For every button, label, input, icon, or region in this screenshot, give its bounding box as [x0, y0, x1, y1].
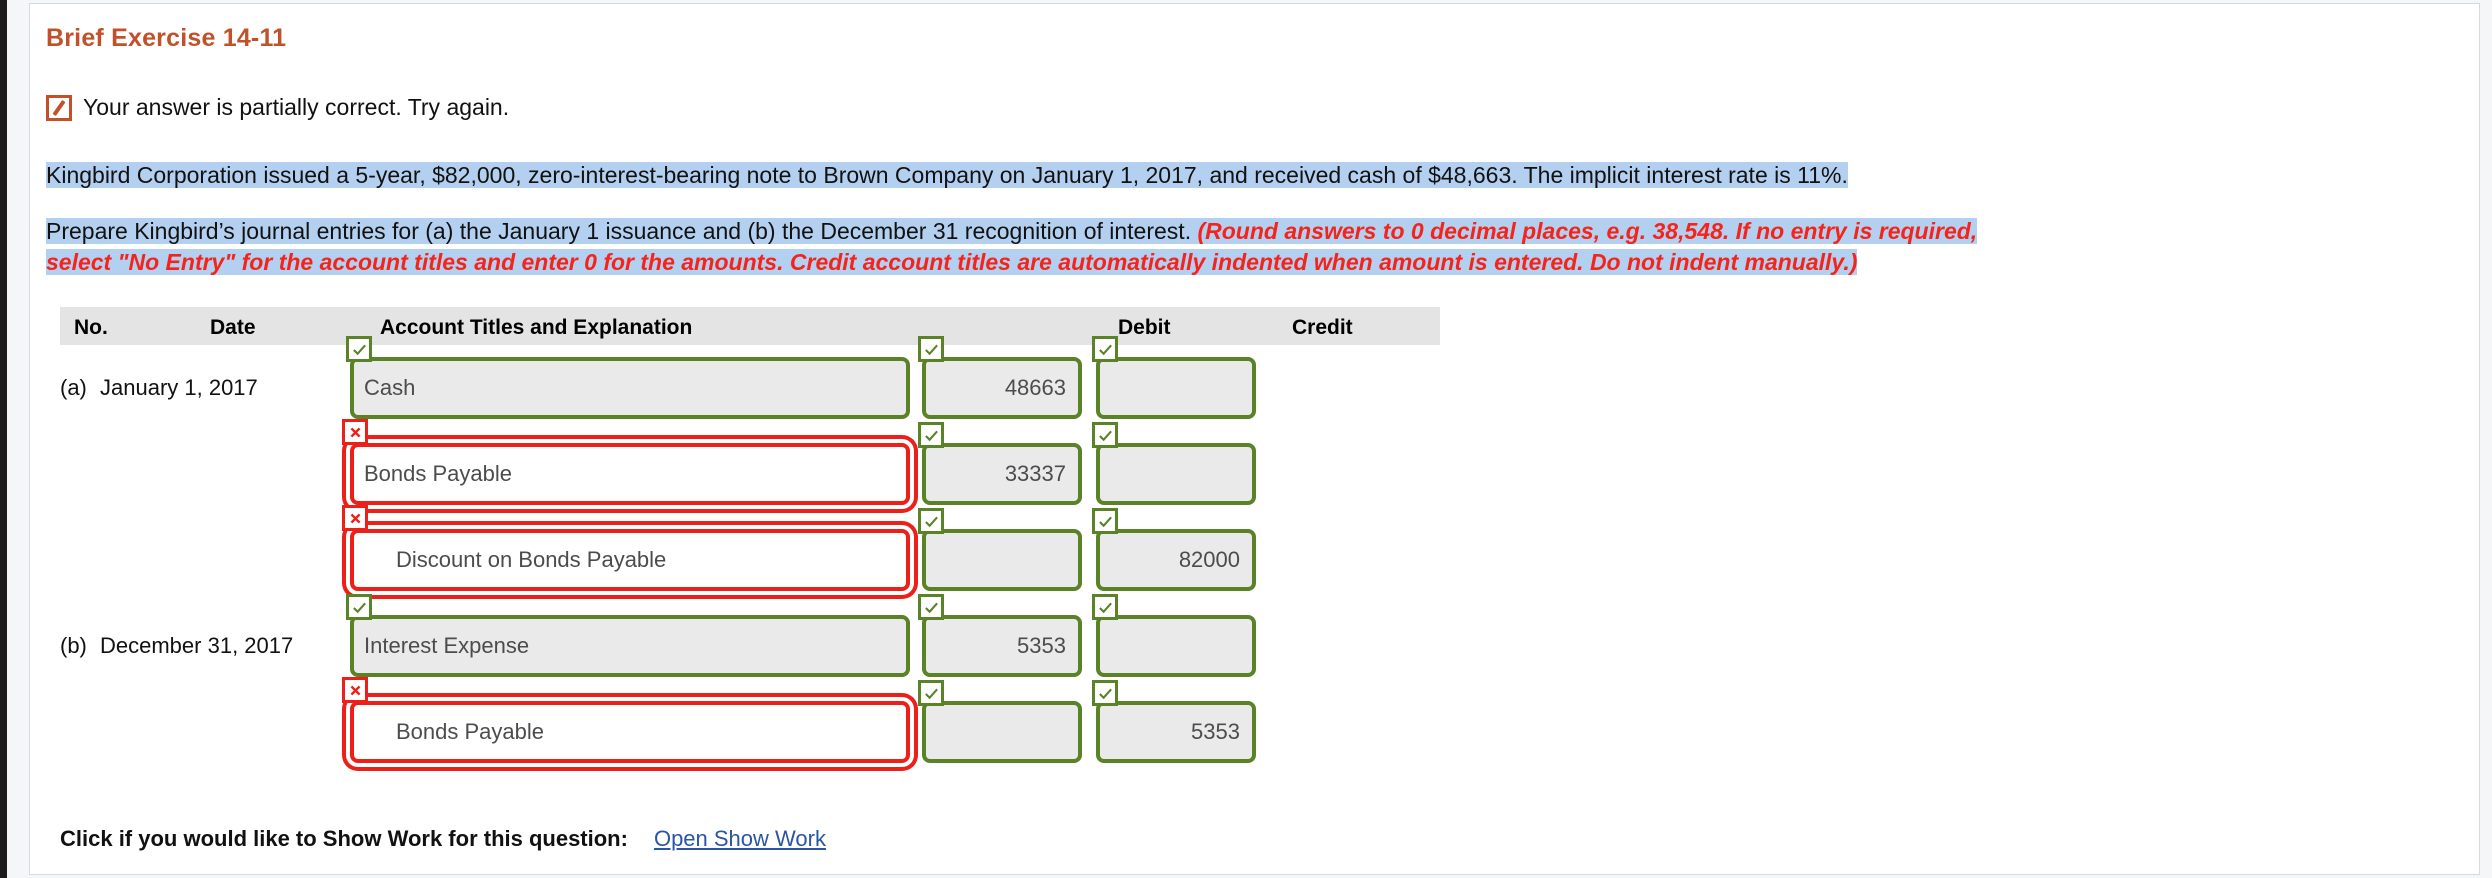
statement-gap	[46, 191, 2446, 216]
statement-paragraph-2-cont: select "No Entry" for the account titles…	[46, 247, 2446, 278]
check-icon	[1092, 336, 1118, 362]
column-header-credit: Credit	[1292, 316, 1353, 339]
column-header-account: Account Titles and Explanation	[380, 316, 693, 339]
exercise-panel: Brief Exercise 14-11 Your answer is part…	[29, 3, 2480, 875]
column-header-date: Date	[210, 316, 256, 339]
account-title-input[interactable]: Bonds Payable	[350, 701, 910, 763]
check-icon	[918, 422, 944, 448]
account-title-input[interactable]: Discount on Bonds Payable	[350, 529, 910, 591]
debit-amount-input[interactable]: 33337	[922, 443, 1082, 505]
account-title-input[interactable]: Interest Expense	[350, 615, 910, 677]
check-icon	[918, 508, 944, 534]
partial-correct-icon	[46, 94, 72, 121]
credit-amount-cell	[1092, 336, 1256, 419]
debit-amount-input[interactable]: 48663	[922, 357, 1082, 419]
account-title-cell: Interest Expense	[346, 594, 910, 677]
debit-amount-input[interactable]	[922, 529, 1082, 591]
account-title-cell: Cash	[346, 336, 910, 419]
table-row: (a) January 1, 2017 Cash 48663	[60, 336, 1440, 431]
credit-amount-input[interactable]	[1096, 357, 1256, 419]
debit-amount-cell: 33337	[918, 422, 1082, 505]
credit-amount-input[interactable]: 82000	[1096, 529, 1256, 591]
column-header-debit: Debit	[1118, 316, 1171, 339]
check-icon	[346, 594, 372, 620]
window-left-edge	[0, 0, 7, 878]
check-icon	[1092, 594, 1118, 620]
open-show-work-link[interactable]: Open Show Work	[654, 826, 826, 851]
debit-amount-cell: 5353	[918, 594, 1082, 677]
problem-statement: Kingbird Corporation issued a 5-year, $8…	[46, 159, 2446, 278]
cross-icon	[342, 505, 368, 531]
row-date: December 31, 2017	[100, 633, 294, 658]
credit-amount-cell	[1092, 422, 1256, 505]
check-icon	[346, 336, 372, 362]
status-row: Your answer is partially correct. Try ag…	[46, 94, 509, 121]
row-date: January 1, 2017	[100, 375, 258, 400]
statement-paragraph-1-text: Kingbird Corporation issued a 5-year, $8…	[46, 162, 1848, 188]
credit-amount-input[interactable]: 5353	[1096, 701, 1256, 763]
row-number: (a)	[60, 375, 87, 400]
credit-amount-input[interactable]	[1096, 615, 1256, 677]
table-row: Bonds Payable 33337	[60, 419, 1440, 517]
credit-amount-input[interactable]	[1096, 443, 1256, 505]
check-icon	[918, 680, 944, 706]
check-icon	[1092, 422, 1118, 448]
cross-icon	[342, 419, 368, 445]
check-icon	[918, 594, 944, 620]
table-row: (b) December 31, 2017 Interest Expense 5353	[60, 594, 1440, 689]
status-message: Your answer is partially correct. Try ag…	[83, 94, 510, 120]
statement-paragraph-1: Kingbird Corporation issued a 5-year, $8…	[46, 159, 2446, 191]
check-icon	[1092, 680, 1118, 706]
credit-amount-cell	[1092, 594, 1256, 677]
table-row: Discount on Bonds Payable 82000	[60, 505, 1440, 603]
debit-amount-cell	[918, 680, 1082, 763]
show-work-label: Click if you would like to Show Work for…	[60, 826, 628, 851]
debit-amount-cell	[918, 508, 1082, 591]
table-header-row: No. Date Account Titles and Explanation …	[60, 307, 1440, 345]
page-title: Brief Exercise 14-11	[46, 24, 287, 52]
show-work-row: Click if you would like to Show Work for…	[60, 826, 826, 852]
debit-amount-input[interactable]	[922, 701, 1082, 763]
table-row: Bonds Payable 5353	[60, 677, 1440, 775]
row-number: (b)	[60, 633, 87, 658]
statement-instruction-line-2: select "No Entry" for the account titles…	[46, 249, 1858, 275]
table-body: (a) January 1, 2017 Cash 48663 Bonds Payable…	[60, 336, 1440, 775]
column-header-no: No.	[74, 316, 108, 339]
statement-paragraph-2-text: Prepare Kingbird’s journal entries for (…	[46, 218, 1198, 244]
debit-amount-input[interactable]: 5353	[922, 615, 1082, 677]
debit-amount-cell: 48663	[918, 336, 1082, 419]
credit-amount-cell: 82000	[1092, 508, 1256, 591]
cross-icon	[342, 677, 368, 703]
statement-instruction-line-1: (Round answers to 0 decimal places, e.g.…	[1197, 218, 1978, 244]
check-icon	[1092, 508, 1118, 534]
page-gutter	[7, 0, 29, 878]
account-title-cell: Bonds Payable	[342, 677, 910, 763]
check-icon	[918, 336, 944, 362]
credit-amount-cell: 5353	[1092, 680, 1256, 763]
account-title-cell: Discount on Bonds Payable	[342, 505, 910, 591]
account-title-cell: Bonds Payable	[342, 419, 910, 505]
account-title-input[interactable]: Bonds Payable	[350, 443, 910, 505]
account-title-input[interactable]: Cash	[350, 357, 910, 419]
statement-paragraph-2: Prepare Kingbird’s journal entries for (…	[46, 216, 2446, 247]
journal-entry-table: No. Date Account Titles and Explanation …	[60, 307, 1440, 775]
